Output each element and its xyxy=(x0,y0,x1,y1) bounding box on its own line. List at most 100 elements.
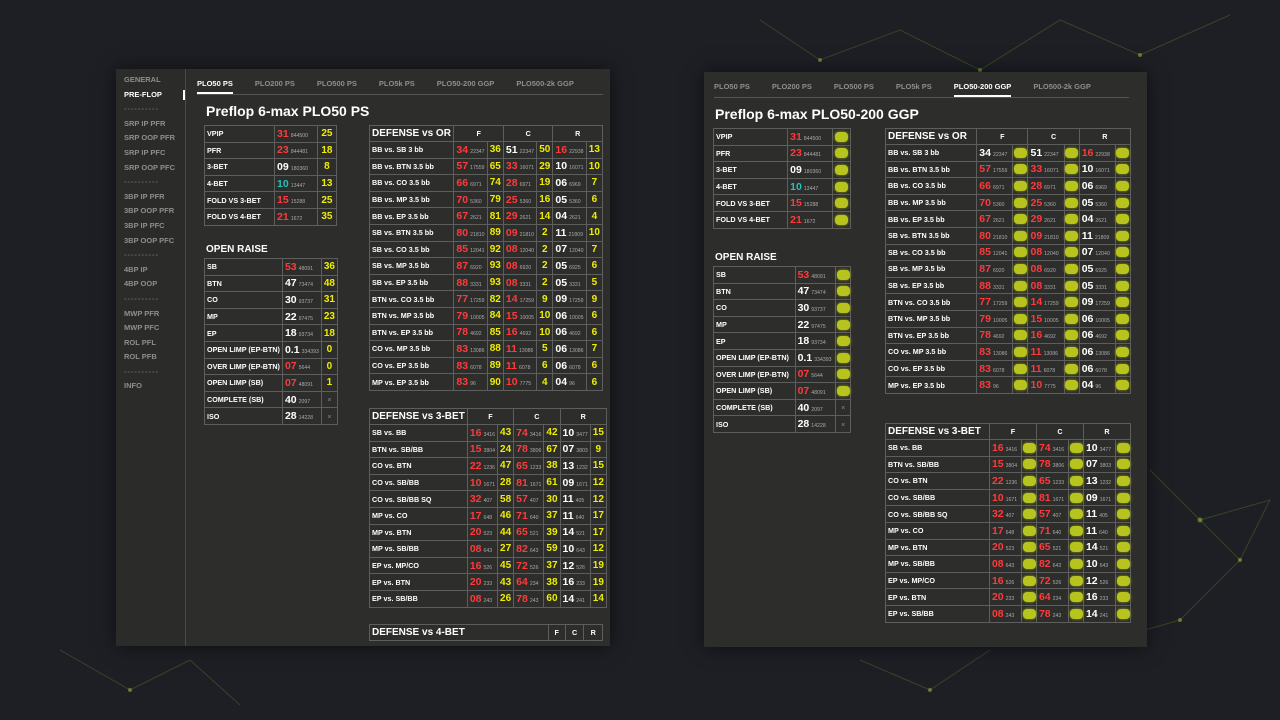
defense-label: BB vs. BTN 3.5 bb xyxy=(368,157,455,176)
tab-plo500-ps[interactable]: PLO500 PS xyxy=(317,77,357,94)
sidebar-item-rol-pfl[interactable]: ROL PFL xyxy=(116,336,185,351)
defense-value-f-sample: 17559 xyxy=(470,165,485,172)
defense-sample-c: 6 xyxy=(536,356,554,375)
sidebar-item-pre-flop[interactable]: PRE-FLOP xyxy=(116,88,185,103)
defense-sample-r: 6 xyxy=(585,323,604,342)
tab-plo50-200-ggp[interactable]: PLO50-200 GGP xyxy=(953,80,1012,97)
defense-value-c-sample: 2621 xyxy=(519,215,532,222)
defense-value-f: 16 526 xyxy=(988,571,1023,590)
sidebar-item-mwp-pfr[interactable]: MWP PFR xyxy=(116,307,185,322)
stat-label: MP xyxy=(713,315,796,334)
sidebar-item-mwp-pfc[interactable]: MWP PFC xyxy=(116,321,185,336)
stat-blob xyxy=(836,303,850,314)
defense-value-f: 15 3804 xyxy=(988,455,1023,474)
sidebar-item-3bp-oop-pfr[interactable]: 3BP OOP PFR xyxy=(116,204,185,219)
stat-row-iso: ISO 28 14228 × xyxy=(204,407,339,425)
stat-row-3-bet: 3-BET 09 180360 xyxy=(712,161,851,179)
tab-plo500-ps[interactable]: PLO500 PS xyxy=(834,80,874,97)
stat-label: CO xyxy=(204,291,283,309)
stat-row-4-bet: 4-BET 10 13447 xyxy=(712,177,851,196)
stat-row-open-limp-ep-btn: OPEN LIMP (EP-BTN) 0.1 334393 0 xyxy=(204,340,339,359)
defense-value-f-sample: 6920 xyxy=(992,267,1005,274)
stat-label: 3-BET xyxy=(203,158,276,176)
sidebar-item-general[interactable]: GENERAL xyxy=(116,73,185,88)
defense-label: EP vs. SB/BB xyxy=(369,589,468,608)
stat-label: FOLD VS 3-BET xyxy=(712,194,789,212)
defense-value-f-pct: 32 xyxy=(991,508,1004,521)
defense-value-f-pct: 79 xyxy=(979,312,991,325)
stat-value-pct: 23 xyxy=(277,144,289,157)
tab-plo200-ps[interactable]: PLO200 PS xyxy=(772,80,812,97)
defense-r-cell xyxy=(1114,210,1132,228)
defense-value-c: 78 243 xyxy=(1035,604,1070,623)
defense-value-c-sample: 7775 xyxy=(519,381,532,388)
tab-plo5k-ps[interactable]: PLO5k PS xyxy=(896,80,932,97)
defense-value-r: 06 6078 xyxy=(552,356,587,375)
tab-plo50-ps[interactable]: PLO50 PS xyxy=(714,80,750,97)
sidebar-separator: ---------- xyxy=(124,366,159,376)
defense-value-r-pct: 04 xyxy=(555,376,568,389)
defense-sample-r: 6 xyxy=(585,373,604,391)
stat-value-sample: 73474 xyxy=(298,282,314,289)
defense-value-c-sample: 640 xyxy=(529,514,539,521)
sidebar-item-srp-ip-pfc[interactable]: SRP IP PFC xyxy=(116,146,185,161)
sidebar-item-3bp-ip-pfc[interactable]: 3BP IP PFC xyxy=(116,219,185,234)
tab-plo500-2k-ggp[interactable]: PLO500-2k GGP xyxy=(1033,80,1091,97)
stat-label: FOLD VS 4-BET xyxy=(712,210,789,229)
sidebar-item-srp-oop-pfc[interactable]: SRP OOP PFC xyxy=(116,161,185,176)
defense-value-r-sample: 3803 xyxy=(576,448,588,455)
tab-plo50-200-ggp[interactable]: PLO50-200 GGP xyxy=(437,77,495,94)
defense-value-r-sample: 241 xyxy=(1099,612,1109,619)
defense-value-r-sample: 640 xyxy=(1099,529,1108,536)
stat-row-complete-sb: COMPLETE (SB) 40 2097 × xyxy=(713,398,851,417)
sidebar-item-srp-oop-pfr[interactable]: SRP OOP PFR xyxy=(116,131,185,146)
stat-label: COMPLETE (SB) xyxy=(204,390,283,409)
defense-value-r-sample: 12040 xyxy=(569,248,584,255)
defense-value-r-pct: 04 xyxy=(1081,213,1094,226)
defense-value-c: 14 17259 xyxy=(1027,293,1065,311)
stat-value-sample: 15288 xyxy=(290,199,306,206)
defense-r-blob xyxy=(1116,476,1130,487)
sidebar-item-3bp-ip-pfr[interactable]: 3BP IP PFR xyxy=(116,190,185,205)
defense-value-r-sample: 96 xyxy=(569,381,575,388)
stat-label: OPEN LIMP (SB) xyxy=(204,374,283,392)
defense-c-blob xyxy=(1065,214,1079,225)
defense-row-sb-vs-ep-3-5-bb: SB vs. EP 3.5 bb 88 3331 93 08 3331 2 05 3331 5 xyxy=(368,273,604,292)
stat-value-sample: 93734 xyxy=(811,340,826,347)
defense-c-cell xyxy=(1068,588,1084,606)
stat-value-pct: 40 xyxy=(797,401,810,414)
defense-value-c-pct: 08 xyxy=(1030,246,1043,259)
sidebar-item-4bp-ip[interactable]: 4BP IP xyxy=(116,263,185,278)
stat-label: EP xyxy=(204,324,283,342)
sidebar-item-4bp-oop[interactable]: 4BP OOP xyxy=(116,277,185,292)
defense-r-cell xyxy=(1114,326,1132,345)
defense-f-blob xyxy=(1013,280,1027,291)
defense-value-r-sample: 3331 xyxy=(1095,284,1107,291)
defense-value-c-sample: 13086 xyxy=(1043,350,1059,357)
sidebar-item-rol-pfb[interactable]: ROL PFB xyxy=(116,350,185,365)
defense-label: BTN vs. SB/BB xyxy=(369,440,468,459)
tab-plo50-ps[interactable]: PLO50 PS xyxy=(197,77,233,94)
stat-label: 4-BET xyxy=(203,174,276,193)
sidebar-item-info[interactable]: INFO xyxy=(116,379,185,394)
stat-label: OPEN LIMP (EP-BTN) xyxy=(204,340,283,359)
tab-plo200-ps[interactable]: PLO200 PS xyxy=(255,77,295,94)
sidebar-item-srp-ip-pfr[interactable]: SRP IP PFR xyxy=(116,117,185,132)
col-header-f: F xyxy=(547,624,566,641)
defense-value-r-sample: 6078 xyxy=(1095,367,1107,374)
defense-value-c-pct: 15 xyxy=(505,309,518,322)
defense-value-r-sample: 6969 xyxy=(569,181,581,188)
defense-label: CO vs. SB/BB xyxy=(369,473,468,492)
tab-plo500-2k-ggp[interactable]: PLO500-2k GGP xyxy=(516,77,574,94)
defense-sample-c: 5 xyxy=(536,340,554,358)
stat-row-ep: EP 18 93734 xyxy=(713,332,851,350)
defense-sample-r: 9 xyxy=(585,290,604,308)
sidebar-item-3bp-oop-pfc[interactable]: 3BP OOP PFC xyxy=(116,234,185,249)
stat-value-sample: 844481 xyxy=(803,152,822,159)
tab-plo5k-ps[interactable]: PLO5k PS xyxy=(379,77,415,94)
stat-label: 3-BET xyxy=(712,161,789,179)
stat-value-pct: 15 xyxy=(790,197,802,210)
defense-r-blob xyxy=(1116,492,1130,503)
defense-value-c-sample: 10005 xyxy=(519,314,535,321)
defense-f-cell xyxy=(1012,260,1029,278)
